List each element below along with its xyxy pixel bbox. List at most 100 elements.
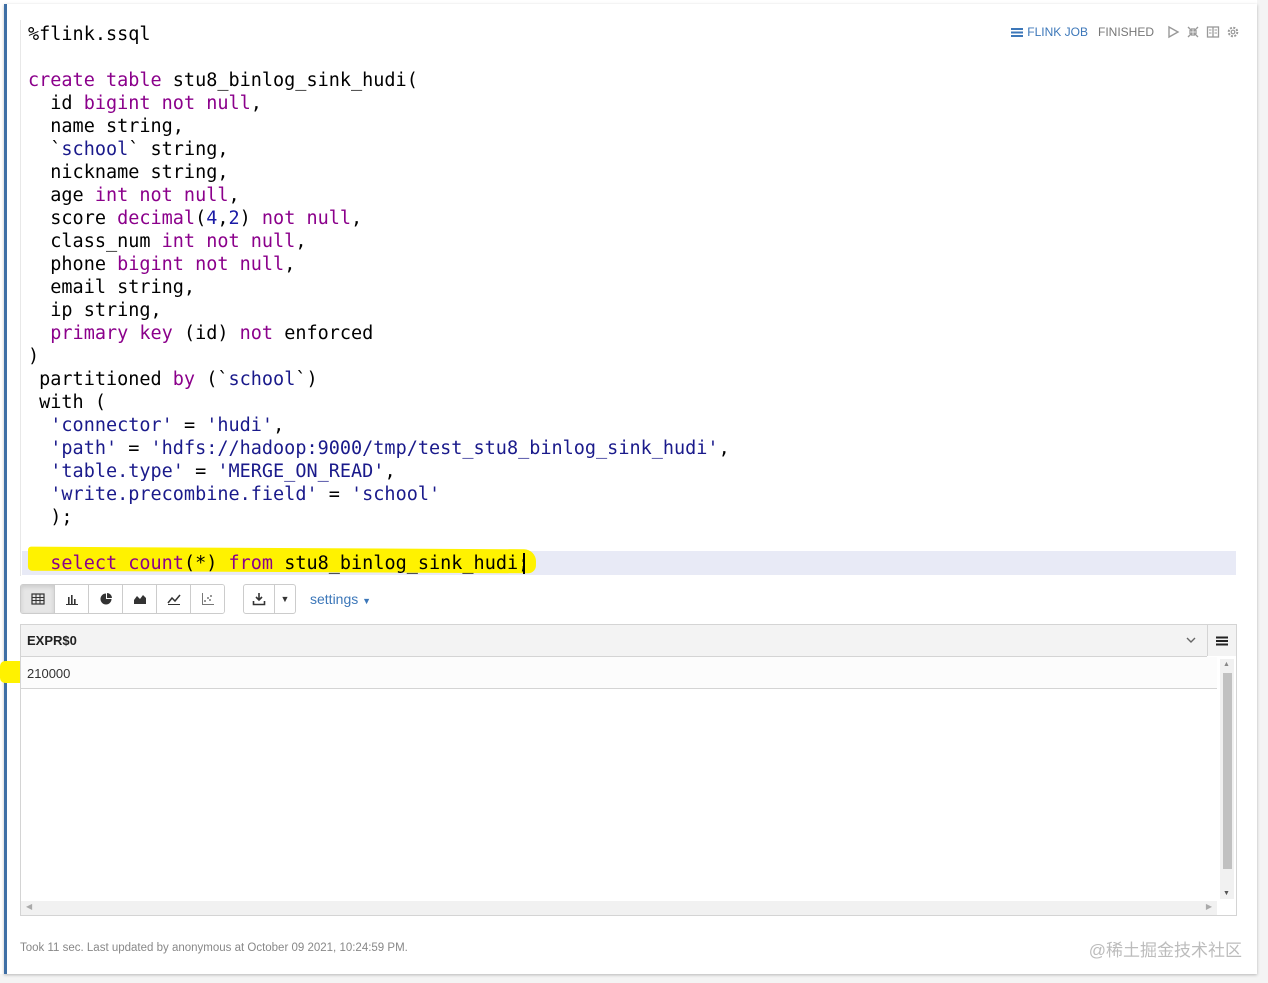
code-token: , [217,208,229,229]
code-token: , [718,438,730,459]
page-gutter-right [1257,0,1268,983]
code-token: email string, [28,277,196,298]
code-line: 'write.precombine.field' = 'school' [28,483,440,506]
code-line: select count(*) from stu8_binlog_sink_hu… [28,552,529,575]
table-cell[interactable]: 210000 [27,666,70,681]
download-group: ▼ [243,584,296,614]
code-line: ) [28,345,39,368]
code-token: , [273,415,285,436]
code-token: not [239,323,274,344]
code-token: by [172,369,196,390]
code-token: 'write.precombine.field' [50,484,318,505]
code-token: score [28,208,118,229]
code-token: name string, [28,116,184,137]
vertical-scrollbar[interactable]: ▲ ▼ [1220,659,1234,899]
code-token: school [228,369,296,390]
watermark: @稀土掘金技术社区 [1088,941,1242,960]
code-token: select [50,553,118,574]
column-header[interactable]: EXPR$0 [27,633,77,648]
code-line: score decimal(4,2) not null, [28,207,362,230]
code-token: = [172,415,207,436]
scatter-chart-icon [201,593,214,605]
download-button[interactable] [244,585,275,613]
area-chart-icon [133,595,146,604]
chevron-down-icon[interactable] [1185,633,1197,645]
download-icon [252,593,266,606]
code-line: phone bigint not null, [28,253,295,276]
settings-label: settings [310,591,359,607]
code-token: , [295,231,307,252]
scrollbar-thumb[interactable] [1223,673,1232,869]
code-token: enforced [273,323,374,344]
code-line: with ( [28,391,106,414]
code-token: 4 [206,208,218,229]
code-token: bigint not null [83,93,251,114]
code-token: `) [295,369,318,390]
code-line: age int not null, [28,184,240,207]
code-token: age [28,185,95,206]
code-line: create table stu8_binlog_sink_hudi( [28,69,418,92]
code-token: nickname string, [28,162,229,183]
bar-chart-button[interactable] [55,585,89,613]
pie-chart-button[interactable] [89,585,123,613]
table-icon [30,593,45,605]
pie-chart-icon [100,593,112,605]
scroll-right-icon[interactable]: ▶ [1206,902,1212,911]
table-view-button[interactable] [21,585,55,613]
code-token: = [317,484,352,505]
caret-down-icon: ▼ [362,596,372,606]
code-token: 'hudi' [206,415,274,436]
code-token: ` string, [128,139,229,160]
scroll-left-icon[interactable]: ◀ [26,902,32,911]
code-token: stu8_binlog_sink_hudi( [161,70,418,91]
code-token: , [351,208,363,229]
code-line: 'connector' = 'hudi', [28,414,284,437]
code-token: , [228,185,240,206]
code-token: ) [239,208,262,229]
code-token: = [183,461,218,482]
code-token: 'connector' [50,415,173,436]
table-row: 210000 [21,657,1217,689]
scroll-down-icon[interactable]: ▼ [1223,890,1230,897]
code-token: 'path' [50,438,118,459]
download-dropdown-caret[interactable]: ▼ [275,585,295,613]
code-token: ); [28,507,73,528]
code-line: 'table.type' = 'MERGE_ON_READ', [28,460,396,483]
bar-chart-icon [65,595,78,605]
code-token: (id) [172,323,240,344]
code-token: , [384,461,396,482]
result-toolbar: ▼ settings ▼ [20,584,371,614]
visualization-switcher [20,584,225,614]
settings-dropdown[interactable]: settings ▼ [310,591,371,607]
code-token: id [28,93,84,114]
code-line: partitioned by (`school`) [28,368,318,391]
results-table: EXPR$0 210000 ▲ ▼ ◀ ▶ [20,624,1237,916]
code-token: ` [28,139,62,160]
code-line: class_num int not null, [28,230,306,253]
code-token: phone [28,254,118,275]
grid-menu-button[interactable] [1207,625,1236,656]
code-line: name string, [28,115,184,138]
hamburger-menu-icon [1216,636,1228,645]
text-cursor [523,553,525,574]
code-token: decimal [117,208,196,229]
code-token: primary key [50,323,173,344]
horizontal-scrollbar[interactable]: ◀ ▶ [21,901,1217,915]
scatter-chart-button[interactable] [191,585,224,613]
code-token: from [228,553,274,574]
scroll-up-icon[interactable]: ▲ [1223,661,1230,668]
code-token: bigint not null [117,254,285,275]
area-chart-button[interactable] [123,585,157,613]
code-token: 2 [228,208,240,229]
code-line: email string, [28,276,195,299]
line-chart-button[interactable] [157,585,191,613]
code-token: , [284,254,296,275]
code-line: 'path' = 'hdfs://hadoop:9000/tmp/test_st… [28,437,730,460]
code-token: int not null [94,185,229,206]
